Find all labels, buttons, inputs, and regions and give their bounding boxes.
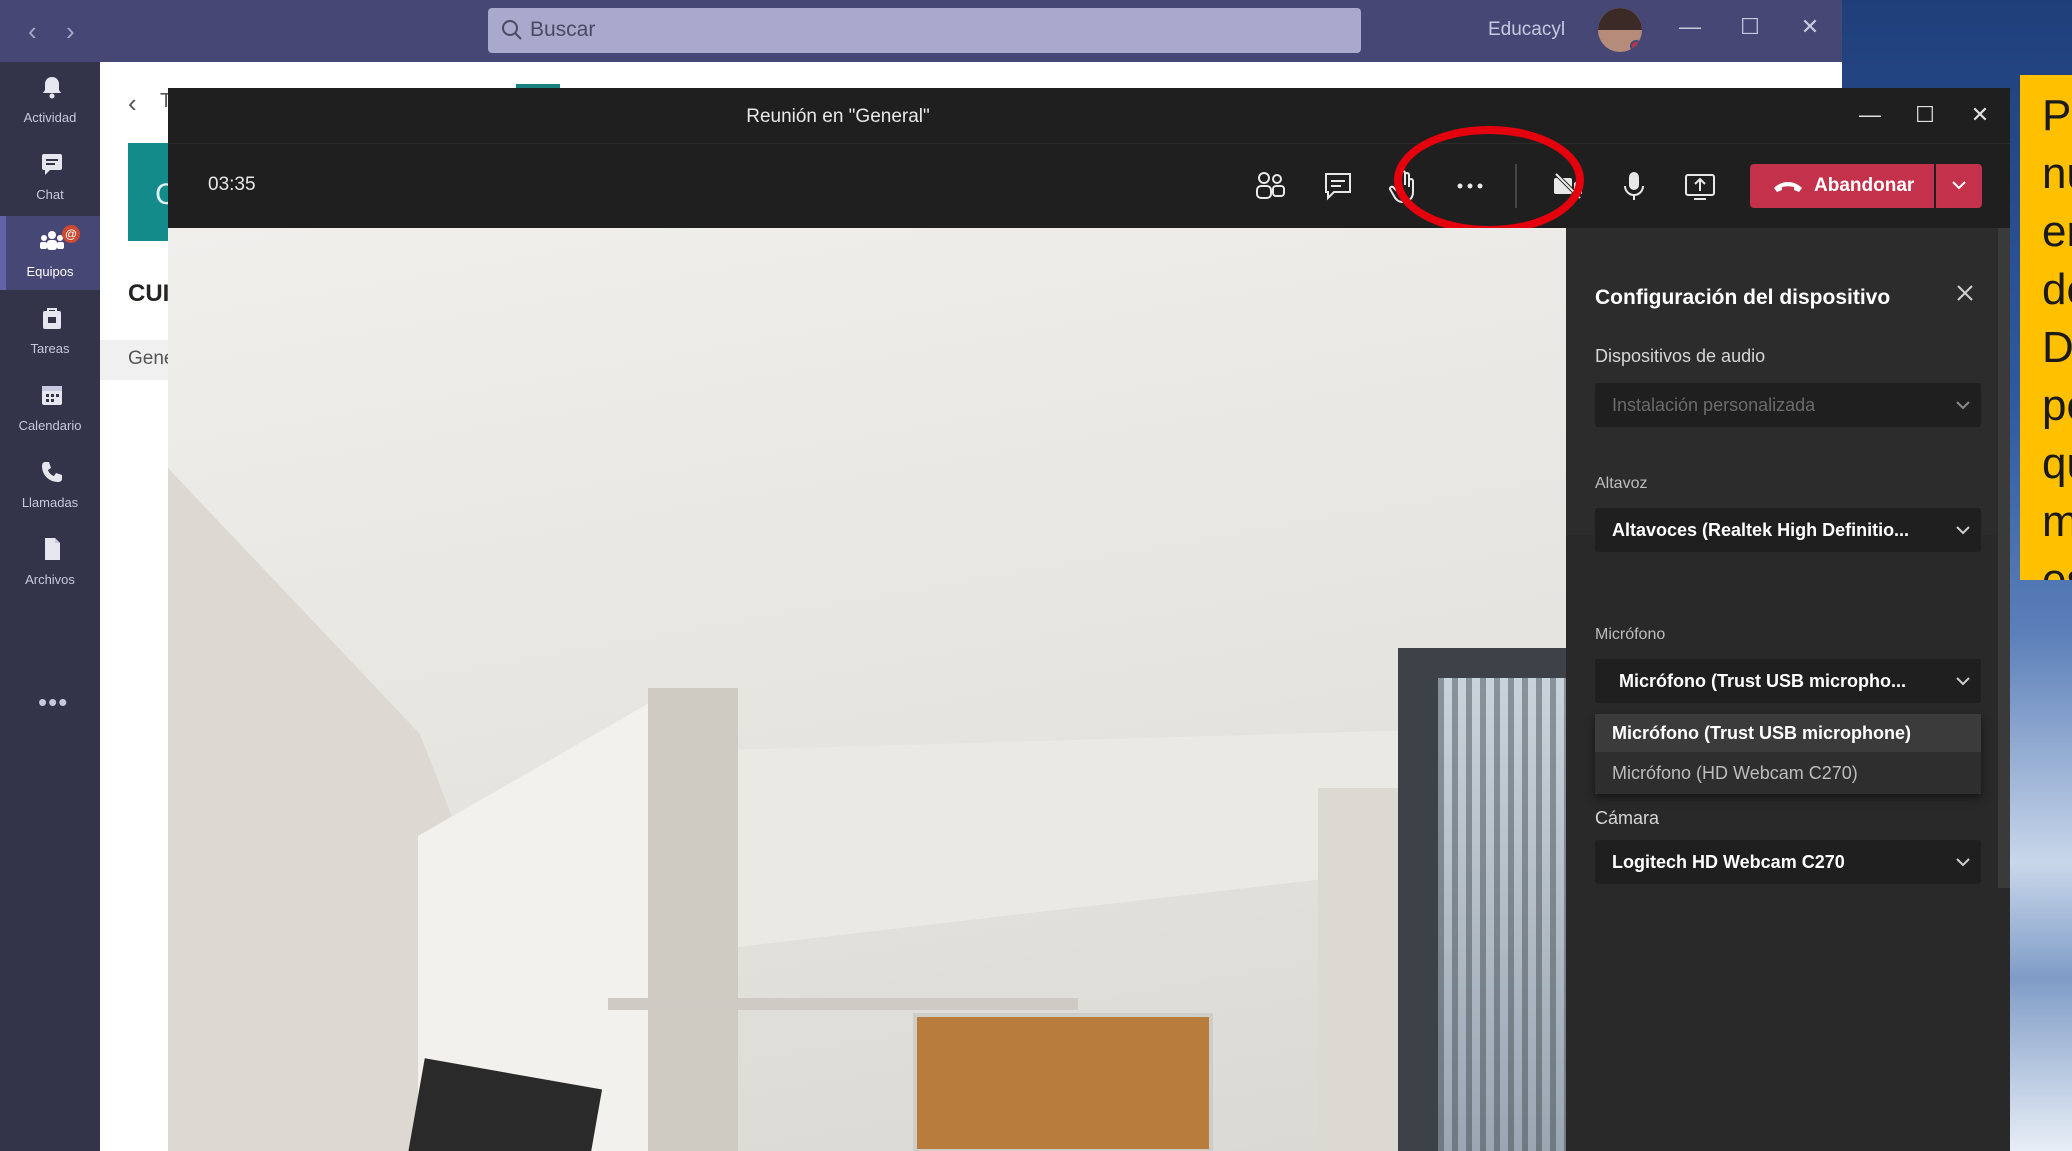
teams-titlebar: ‹ › Buscar Educacyl — ☐ ✕	[0, 0, 1842, 62]
microphone-icon[interactable]	[1614, 166, 1654, 206]
more-apps-icon[interactable]: •••	[38, 687, 68, 718]
chevron-down-icon	[1956, 858, 1970, 867]
rail-label: Chat	[36, 187, 64, 202]
calendar-icon	[42, 386, 62, 405]
rail-label: Equipos	[26, 264, 74, 279]
files-icon	[45, 538, 60, 560]
microphone-option-label: Micrófono (Trust USB microphone)	[1612, 723, 1911, 743]
microphone-option[interactable]: Micrófono (HD Webcam C270)	[1595, 754, 1981, 792]
annotation-callout: Po nu en de Di po qu m es	[2020, 75, 2072, 580]
rail-item-activity[interactable]: Actividad	[0, 62, 100, 136]
callout-line: de	[2042, 265, 2072, 314]
callout-line: Po	[2042, 91, 2072, 140]
chat-icon	[42, 154, 62, 175]
call-timer: 03:35	[208, 174, 256, 195]
annotation-highlight-circle	[1394, 126, 1584, 234]
panel-title: Configuración del dispositivo	[1595, 286, 1891, 309]
minimize-icon[interactable]: —	[1850, 102, 1890, 128]
mention-badge: @	[62, 225, 80, 243]
chevron-down-icon	[1956, 677, 1970, 686]
callout-line: po	[2042, 381, 2072, 430]
audio-devices-value: Instalación personalizada	[1612, 395, 1816, 415]
rail-label: Calendario	[18, 418, 82, 433]
minimize-icon[interactable]: —	[1670, 14, 1710, 40]
leave-button[interactable]: Abandonar	[1750, 164, 1934, 208]
chat-icon[interactable]	[1318, 166, 1358, 206]
search-icon	[502, 20, 522, 40]
microphone-label: Micrófono	[1595, 626, 1666, 643]
speaker-select[interactable]: Altavoces (Realtek High Definitio...	[1595, 508, 1981, 552]
team-name[interactable]: CUI	[128, 280, 169, 308]
rail-item-calls[interactable]: Llamadas	[0, 447, 100, 521]
speaker-label: Altavoz	[1595, 475, 1648, 492]
callout-line: m	[2042, 497, 2072, 546]
rail-item-files[interactable]: Archivos	[0, 524, 100, 598]
callout-text: Po nu en de Di po qu m es	[2020, 87, 2072, 580]
rail-label: Actividad	[23, 110, 77, 125]
forward-arrow-icon[interactable]: ›	[66, 16, 75, 47]
back-arrow-icon[interactable]: ‹	[28, 16, 37, 47]
callout-line: nu	[2042, 149, 2072, 198]
search-placeholder: Buscar	[530, 18, 596, 41]
avatar-hair	[1598, 8, 1642, 30]
rail-item-assignments[interactable]: Tareas	[0, 293, 100, 367]
rail-label: Tareas	[30, 341, 70, 356]
video-pillar-shadow	[648, 688, 738, 1151]
audio-devices-select[interactable]: Instalación personalizada	[1595, 383, 1981, 427]
tenant-switcher[interactable]: Educacyl	[1488, 19, 1565, 41]
status-indicator	[1630, 40, 1642, 52]
camera-value: Logitech HD Webcam C270	[1612, 852, 1845, 872]
maximize-icon[interactable]: ☐	[1730, 14, 1770, 40]
meeting-window: Reunión en "General" — ☐ ✕ 03:35 Abandon…	[168, 88, 2010, 1151]
video-blinds	[1438, 678, 1566, 1151]
phone-icon	[42, 462, 62, 482]
camera-label: Cámara	[1595, 808, 1660, 828]
microphone-value: Micrófono (Trust USB micropho...	[1619, 671, 1906, 691]
close-icon[interactable]: ✕	[1960, 102, 2000, 128]
rail-item-teams[interactable]: @ Equipos	[0, 216, 100, 290]
speaker-value: Altavoces (Realtek High Definitio...	[1612, 520, 1910, 540]
close-icon[interactable]	[1954, 282, 1976, 304]
app-rail: Actividad Chat @ Equipos Tareas Calendar…	[0, 62, 100, 1151]
microphone-dropdown-list: Micrófono (Trust USB microphone) Micrófo…	[1595, 714, 1981, 794]
chevron-down-icon	[1956, 526, 1970, 535]
close-icon[interactable]: ✕	[1790, 14, 1830, 40]
leave-options-button[interactable]	[1936, 164, 1982, 208]
callout-line: qu	[2042, 439, 2072, 488]
callout-line: en	[2042, 207, 2072, 256]
meeting-titlebar: Reunión en "General" — ☐ ✕	[168, 88, 2010, 144]
assignments-icon	[43, 308, 61, 329]
camera-video-feed	[168, 228, 1566, 1151]
leave-label: Abandonar	[1814, 175, 1915, 196]
microphone-select[interactable]: Micrófono (Trust USB micropho...	[1595, 659, 1981, 703]
channel-general[interactable]: Gene	[100, 340, 174, 380]
video-ledge	[608, 998, 1078, 1010]
chevron-down-icon	[1956, 401, 1970, 410]
bell-icon	[43, 77, 61, 99]
back-chevron-icon[interactable]: ‹	[128, 88, 137, 119]
meeting-toolbar: 03:35 Abandonar	[168, 144, 2010, 228]
chevron-down-icon	[1952, 181, 1966, 190]
rail-label: Archivos	[25, 572, 75, 587]
panel-scrollbar[interactable]	[1998, 228, 2010, 888]
share-screen-icon[interactable]	[1680, 166, 1720, 206]
callout-line: Di	[2042, 323, 2072, 372]
video-corkboard	[913, 1013, 1213, 1151]
microphone-option[interactable]: Micrófono (Trust USB microphone)	[1595, 714, 1981, 752]
camera-select[interactable]: Logitech HD Webcam C270	[1595, 840, 1981, 884]
callout-line: es	[2042, 555, 2072, 580]
rail-item-calendar[interactable]: Calendario	[0, 370, 100, 444]
people-icon[interactable]	[1250, 166, 1290, 206]
hang-up-icon	[1774, 182, 1802, 192]
maximize-icon[interactable]: ☐	[1905, 102, 1945, 128]
microphone-option-label: Micrófono (HD Webcam C270)	[1612, 763, 1858, 783]
audio-devices-label: Dispositivos de audio	[1595, 346, 1766, 366]
avatar[interactable]	[1598, 8, 1642, 52]
search-input[interactable]: Buscar	[488, 8, 1361, 53]
rail-label: Llamadas	[21, 495, 79, 510]
device-settings-panel: Configuración del dispositivo Dispositiv…	[1566, 228, 2010, 1151]
rail-item-chat[interactable]: Chat	[0, 139, 100, 213]
meeting-title: Reunión en "General"	[746, 106, 930, 127]
